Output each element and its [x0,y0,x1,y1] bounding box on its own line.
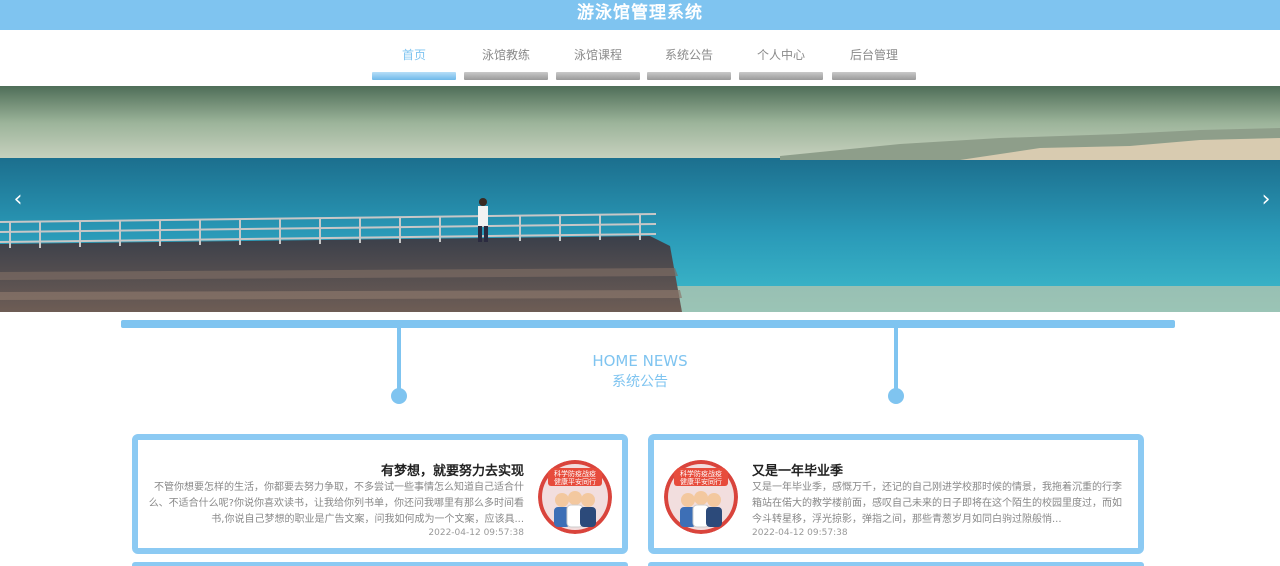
chevron-left-icon[interactable]: ‹ [8,188,28,212]
nav-item-label: 泳馆教练 [481,48,530,62]
nav-item-admin[interactable]: 后台管理 [832,44,916,80]
nav-item-underline [739,72,823,80]
news-card-title[interactable]: 有梦想，就要努力去实现 [381,460,524,479]
banner-carousel[interactable]: ‹ › [0,86,1280,312]
epidemic-poster-icon: 科学防疫战疫 健康平安同行 [538,460,612,534]
frame-top-line [121,320,1175,328]
banner-image [0,86,1280,312]
thumb-line-1: 科学防疫战疫 [554,469,596,478]
news-card-summary: 不管你想要怎样的生活，你都要去努力争取，不多尝试一些事情怎么知道自己适合什么、不… [148,482,524,525]
nav-item-label: 系统公告 [664,48,713,62]
news-card-thumbnail[interactable]: 科学防疫战疫 健康平安同行 [664,460,738,534]
frame-left-pillar [397,326,401,390]
news-card-thumbnail[interactable]: 科学防疫战疫 健康平安同行 [538,460,612,534]
news-card-date: 2022-04-12 09:57:38 [752,528,848,538]
news-card-summary: 又是一年毕业季，感慨万千，还记的自己刚进学校那时候的情景，我拖着沉重的行李箱站在… [752,482,1122,525]
nav-item-label: 后台管理 [849,48,898,62]
nav-item-label: 泳馆课程 [573,48,622,62]
frame-right-pillar [894,326,898,390]
news-card-next-row [648,562,1144,566]
news-card[interactable]: 有梦想，就要努力去实现 不管你想要怎样的生活，你都要去努力争取，不多尝试一些事情… [132,434,628,554]
main-nav: 首页 泳馆教练 泳馆课程 系统公告 个人中心 后台管理 [0,30,1280,86]
news-card-date: 2022-04-12 09:57:38 [428,528,524,538]
epidemic-poster-icon: 科学防疫战疫 健康平安同行 [664,460,738,534]
nav-item-underline [647,72,731,80]
nav-item-coaches[interactable]: 泳馆教练 [464,44,548,80]
nav-item-courses[interactable]: 泳馆课程 [556,44,640,80]
news-heading-en: HOME NEWS [592,352,688,370]
nav-item-underline [556,72,640,80]
thumb-line-2: 健康平安同行 [554,477,596,486]
frame-left-dot [391,388,407,404]
news-card[interactable]: 又是一年毕业季 又是一年毕业季，感慨万千，还记的自己刚进学校那时候的情景，我拖着… [648,434,1144,554]
nav-item-underline [464,72,548,80]
frame-right-dot [888,388,904,404]
news-card-next-row [132,562,628,566]
news-heading-cn: 系统公告 [612,374,668,390]
site-title: 游泳馆管理系统 [577,3,703,23]
nav-item-label: 个人中心 [756,48,805,62]
header-bar: 游泳馆管理系统 [0,0,1280,30]
news-heading: HOME NEWS 系统公告 [540,351,740,393]
nav-item-announcements[interactable]: 系统公告 [647,44,731,80]
nav-item-underline [372,72,456,80]
thumb-line-1: 科学防疫战疫 [680,469,722,478]
nav-item-home[interactable]: 首页 [372,44,456,80]
thumb-line-2: 健康平安同行 [680,477,722,486]
chevron-right-icon[interactable]: › [1256,188,1276,212]
nav-item-underline [832,72,916,80]
nav-item-label: 首页 [401,48,426,62]
news-card-title[interactable]: 又是一年毕业季 [752,460,843,479]
nav-item-profile[interactable]: 个人中心 [739,44,823,80]
